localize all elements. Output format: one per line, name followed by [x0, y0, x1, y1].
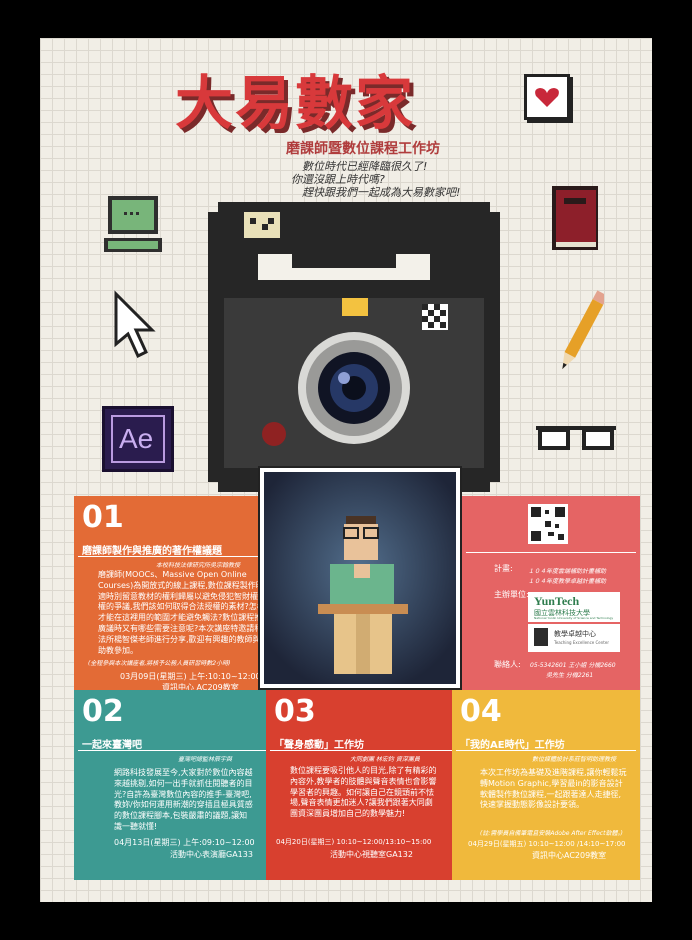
panel-02-heading: 一起來臺灣吧 — [82, 740, 142, 751]
cursor-icon — [112, 290, 164, 362]
info-panel: 計畫: １０４年度雲端補助計畫補助 １０４年度教學卓越計畫補助 主辦單位: Yu… — [462, 496, 640, 692]
panel-01: 01 磨課師製作與推廣的著作權議題 本校科技法律研究所吳宗翰教授 磨課師(MOO… — [74, 496, 282, 696]
poster-title: 大易數家 — [175, 69, 416, 137]
panel-03-venue: 活動中心視聽室GA132 — [330, 850, 413, 859]
panel-04-speaker: 數位媒體設計系莊智明助理教授 — [532, 756, 617, 763]
panel-03-speaker: 大同劇團 林宏鈞 資深團員 — [350, 756, 420, 763]
panel-03-number: 03 — [274, 694, 316, 729]
poster-subtitle: 磨課師暨數位課程工作坊 — [286, 141, 440, 157]
panel-01-body: 磨課師(MOOCs、Massive Open Online Courses)為開… — [98, 570, 266, 655]
speaker-photo — [258, 466, 462, 690]
computer-icon — [102, 194, 164, 264]
panel-04-heading: 「我的AE時代」工作坊 — [460, 740, 565, 751]
panel-01-datetime: 03月09日(星期三) 上午:10:10~12:00 — [120, 672, 261, 681]
yuntech-en: National Yunlin University of Science an… — [534, 616, 614, 620]
panel-01-speaker: 本校科技法律研究所吳宗翰教授 — [156, 562, 241, 569]
ae-icon: Ae — [102, 406, 174, 472]
panel-01-divider — [78, 556, 278, 557]
panel-04-datetime: 04月29日(星期五) 10:10~12:00 /14:10~17:00 — [468, 840, 626, 848]
panel-02-divider — [78, 750, 266, 751]
panel-04-divider — [456, 750, 636, 751]
panel-02-venue: 活動中心表演廳GA133 — [170, 850, 253, 859]
tlc-name: 教學卓越中心 — [554, 630, 596, 638]
panel-03-body: 數位課程要吸引他人的目光,除了有精彩的內容外,教學者的肢體與聲音表情也會影響學習… — [290, 766, 437, 819]
contact-line-1: 05-5342601 王小姐 分機2660 — [530, 662, 616, 669]
ae-label: Ae — [119, 423, 154, 454]
plan-line-1: １０４年度雲端補助計畫補助 — [528, 568, 607, 575]
plan-label: 計畫: — [494, 564, 513, 573]
panel-04-venue: 資訊中心AC209教室 — [532, 851, 607, 860]
panel-01-number: 01 — [82, 500, 124, 535]
glasses-icon — [534, 422, 618, 452]
panel-03-divider — [270, 750, 452, 751]
panel-01-heading: 磨課師製作與推廣的著作權議題 — [82, 546, 222, 557]
tlc-mark — [534, 628, 548, 646]
panel-02-body: 網路科技發展至今,大家對於數位內容越來越挑剔,如何一出手就抓住閱聽者的目光?自許… — [114, 768, 253, 831]
pencil-icon — [560, 286, 608, 378]
panel-02: 02 一起來臺灣吧 臺灣吧總監林辰宇與 網路科技發展至今,大家對於數位內容越來越… — [74, 690, 270, 880]
contact-line-2: 吳先生 分機2261 — [546, 672, 594, 679]
contact-label: 聯絡人: — [494, 660, 521, 669]
camera-icon — [208, 198, 502, 498]
panel-03: 03 「聲身感動」工作坊 大同劇團 林宏鈞 資深團員 數位課程要吸引他人的目光,… — [266, 690, 456, 880]
panel-04-note: (註:需學員自備筆電且安裝Adobe After Effect軟體。) — [480, 830, 623, 837]
panel-03-heading: 「聲身感動」工作坊 — [274, 740, 364, 751]
poster: 大易數家 磨課師暨數位課程工作坊 數位時代已經降臨很久了! 你還沒跟上時代嗎? … — [40, 38, 652, 902]
panel-03-datetime: 04月20日(星期三) 10:10~12:00/13:10~15:00 — [276, 838, 432, 846]
info-divider — [466, 552, 636, 553]
yuntech-name: YunTech — [534, 594, 580, 608]
yuntech-logo: YunTech 國立雲林科技大學 National Yunlin Univers… — [528, 592, 620, 622]
tlc-en: Teaching Excellence Center — [554, 640, 609, 645]
qr-code — [528, 504, 568, 544]
panel-02-datetime: 04月13日(星期三) 上午:09:10~12:00 — [114, 838, 255, 847]
panel-02-number: 02 — [82, 694, 124, 729]
book-icon — [550, 184, 600, 252]
tlc-logo: 教學卓越中心 Teaching Excellence Center — [528, 624, 620, 652]
organizer-label: 主辦單位: — [494, 590, 529, 599]
heart-icon — [524, 74, 570, 120]
plan-line-2: １０４年度教學卓越計畫補助 — [528, 578, 607, 585]
panel-01-note: (全程參與本次講座者,將核予公務人員研習時數2小時) — [88, 660, 231, 667]
panel-04: 04 「我的AE時代」工作坊 數位媒體設計系莊智明助理教授 本次工作坊為基礎及進… — [452, 690, 640, 880]
panel-04-body: 本次工作坊為基礎及進階課程,讓你輕鬆玩轉Motion Graphic,學習最in… — [480, 768, 627, 810]
panel-04-number: 04 — [460, 694, 502, 729]
panel-02-speaker: 臺灣吧總監林辰宇與 — [178, 756, 233, 763]
